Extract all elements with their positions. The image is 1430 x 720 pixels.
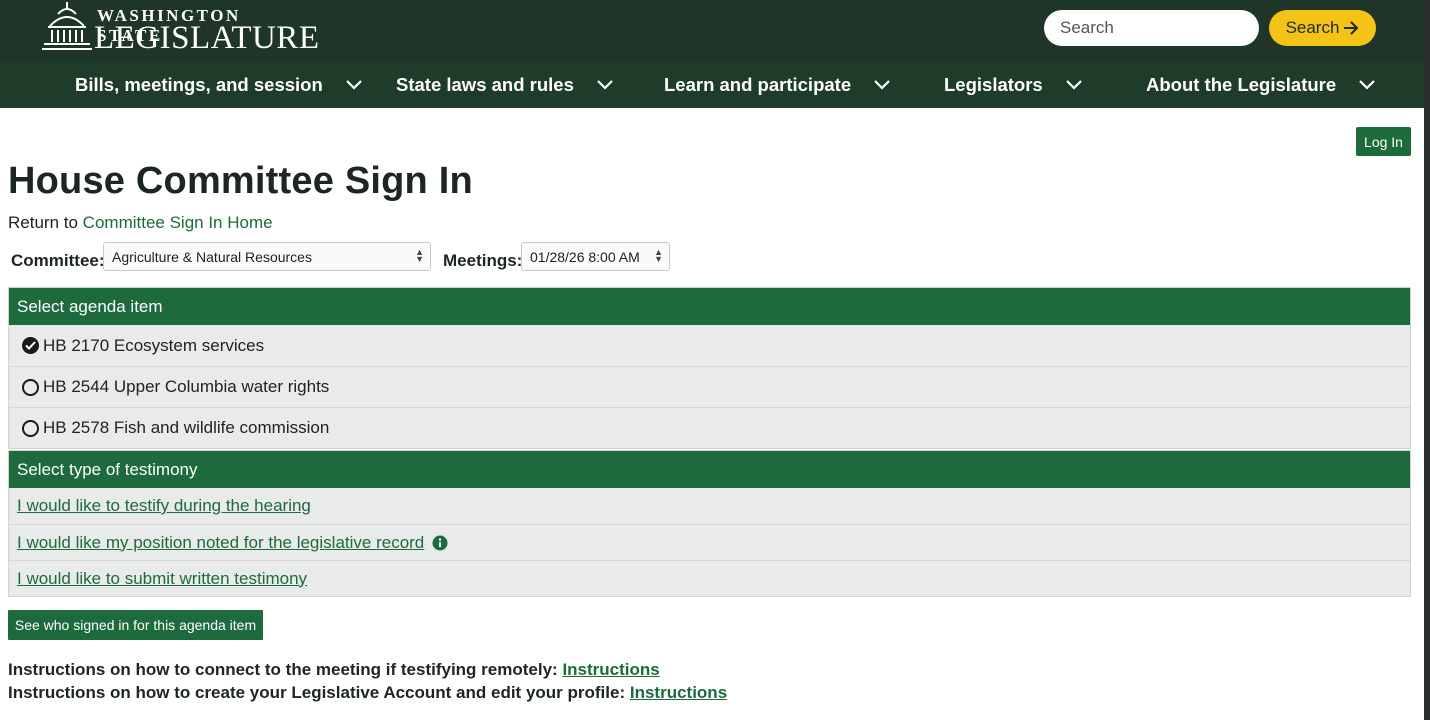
capitol-dome-icon bbox=[42, 2, 92, 50]
chevron-down-icon bbox=[596, 79, 614, 91]
testimony-option: I would like my position noted for the l… bbox=[9, 524, 1410, 560]
chevron-down-icon bbox=[1065, 79, 1083, 91]
written-testimony-link[interactable]: I would like to submit written testimony bbox=[17, 569, 307, 589]
committee-home-link[interactable]: Committee Sign In Home bbox=[83, 213, 273, 232]
nav-legislators[interactable]: Legislators bbox=[944, 62, 1083, 108]
committee-select-value: Agriculture & Natural Resources bbox=[112, 248, 312, 265]
agenda-panel: Select agenda item HB 2170 Ecosystem ser… bbox=[8, 287, 1411, 449]
nav-about-legislature[interactable]: About the Legislature bbox=[1146, 62, 1376, 108]
search-input[interactable] bbox=[1044, 10, 1259, 46]
meetings-select-value: 01/28/26 8:00 AM bbox=[530, 248, 640, 265]
meetings-label: Meetings: bbox=[443, 251, 523, 270]
instructions-text: Instructions on how to connect to the me… bbox=[8, 660, 558, 679]
search-button-label: Search bbox=[1285, 18, 1340, 37]
info-icon[interactable] bbox=[432, 535, 448, 551]
agenda-item-label: HB 2544 Upper Columbia water rights bbox=[43, 377, 330, 396]
logo-legislature-text: LEGISLATURE bbox=[94, 20, 320, 56]
account-instructions-line: Instructions on how to create your Legis… bbox=[8, 683, 727, 703]
committee-label: Committee: bbox=[11, 251, 105, 270]
testimony-option: I would like to testify during the heari… bbox=[9, 488, 1410, 524]
testimony-panel: Select type of testimony I would like to… bbox=[8, 450, 1411, 597]
legislature-logo[interactable]: WASHINGTON STATE LEGISLATURE bbox=[40, 0, 319, 56]
nav-learn-participate[interactable]: Learn and participate bbox=[664, 62, 891, 108]
testimony-option: I would like to submit written testimony bbox=[9, 560, 1410, 596]
chevron-down-icon bbox=[873, 79, 891, 91]
nav-label: Legislators bbox=[944, 74, 1043, 95]
nav-label: About the Legislature bbox=[1146, 74, 1337, 95]
radio-unchecked-icon[interactable] bbox=[22, 419, 39, 437]
radio-unchecked-icon[interactable] bbox=[22, 378, 39, 396]
instructions-text: Instructions on how to create your Legis… bbox=[8, 683, 626, 702]
chevron-down-icon bbox=[1358, 79, 1376, 91]
nav-label: Learn and participate bbox=[664, 74, 852, 95]
testify-hearing-link[interactable]: I would like to testify during the heari… bbox=[17, 496, 311, 516]
login-button[interactable]: Log In bbox=[1356, 127, 1411, 156]
agenda-item-label: HB 2578 Fish and wildlife commission bbox=[43, 418, 330, 437]
nav-label: Bills, meetings, and session bbox=[75, 74, 323, 95]
remote-instructions-link[interactable]: Instructions bbox=[562, 660, 659, 679]
select-arrows-icon: ▲ ▼ bbox=[415, 247, 424, 264]
remote-instructions-line: Instructions on how to connect to the me… bbox=[8, 660, 660, 680]
agenda-item[interactable]: HB 2170 Ecosystem services bbox=[9, 325, 1410, 366]
arrow-right-icon bbox=[1344, 21, 1359, 35]
agenda-item-label: HB 2170 Ecosystem services bbox=[43, 335, 265, 355]
testimony-panel-header: Select type of testimony bbox=[9, 451, 1410, 488]
radio-checked-icon[interactable] bbox=[22, 337, 39, 354]
agenda-panel-header: Select agenda item bbox=[9, 288, 1410, 325]
search-button[interactable]: Search bbox=[1269, 10, 1376, 46]
window-edge bbox=[1424, 0, 1430, 720]
chevron-down-icon bbox=[345, 79, 363, 91]
position-noted-link[interactable]: I would like my position noted for the l… bbox=[17, 533, 424, 553]
page-title: House Committee Sign In bbox=[8, 160, 473, 202]
meetings-select[interactable]: 01/28/26 8:00 AM ▲ ▼ bbox=[521, 242, 670, 271]
nav-label: State laws and rules bbox=[396, 74, 574, 95]
nav-state-laws-rules[interactable]: State laws and rules bbox=[396, 62, 614, 108]
nav-bills-meetings-session[interactable]: Bills, meetings, and session bbox=[75, 62, 363, 108]
main-content: Log In House Committee Sign In Return to… bbox=[0, 108, 1424, 720]
account-instructions-link[interactable]: Instructions bbox=[630, 683, 727, 702]
agenda-item[interactable]: HB 2544 Upper Columbia water rights bbox=[9, 366, 1410, 407]
return-line: Return to Committee Sign In Home bbox=[8, 213, 273, 233]
select-arrows-icon: ▲ ▼ bbox=[654, 247, 663, 264]
committee-select[interactable]: Agriculture & Natural Resources ▲ ▼ bbox=[103, 242, 431, 271]
see-who-signed-in-button[interactable]: See who signed in for this agenda item bbox=[8, 610, 263, 640]
return-prefix: Return to bbox=[8, 213, 78, 232]
agenda-item[interactable]: HB 2578 Fish and wildlife commission bbox=[9, 407, 1410, 448]
